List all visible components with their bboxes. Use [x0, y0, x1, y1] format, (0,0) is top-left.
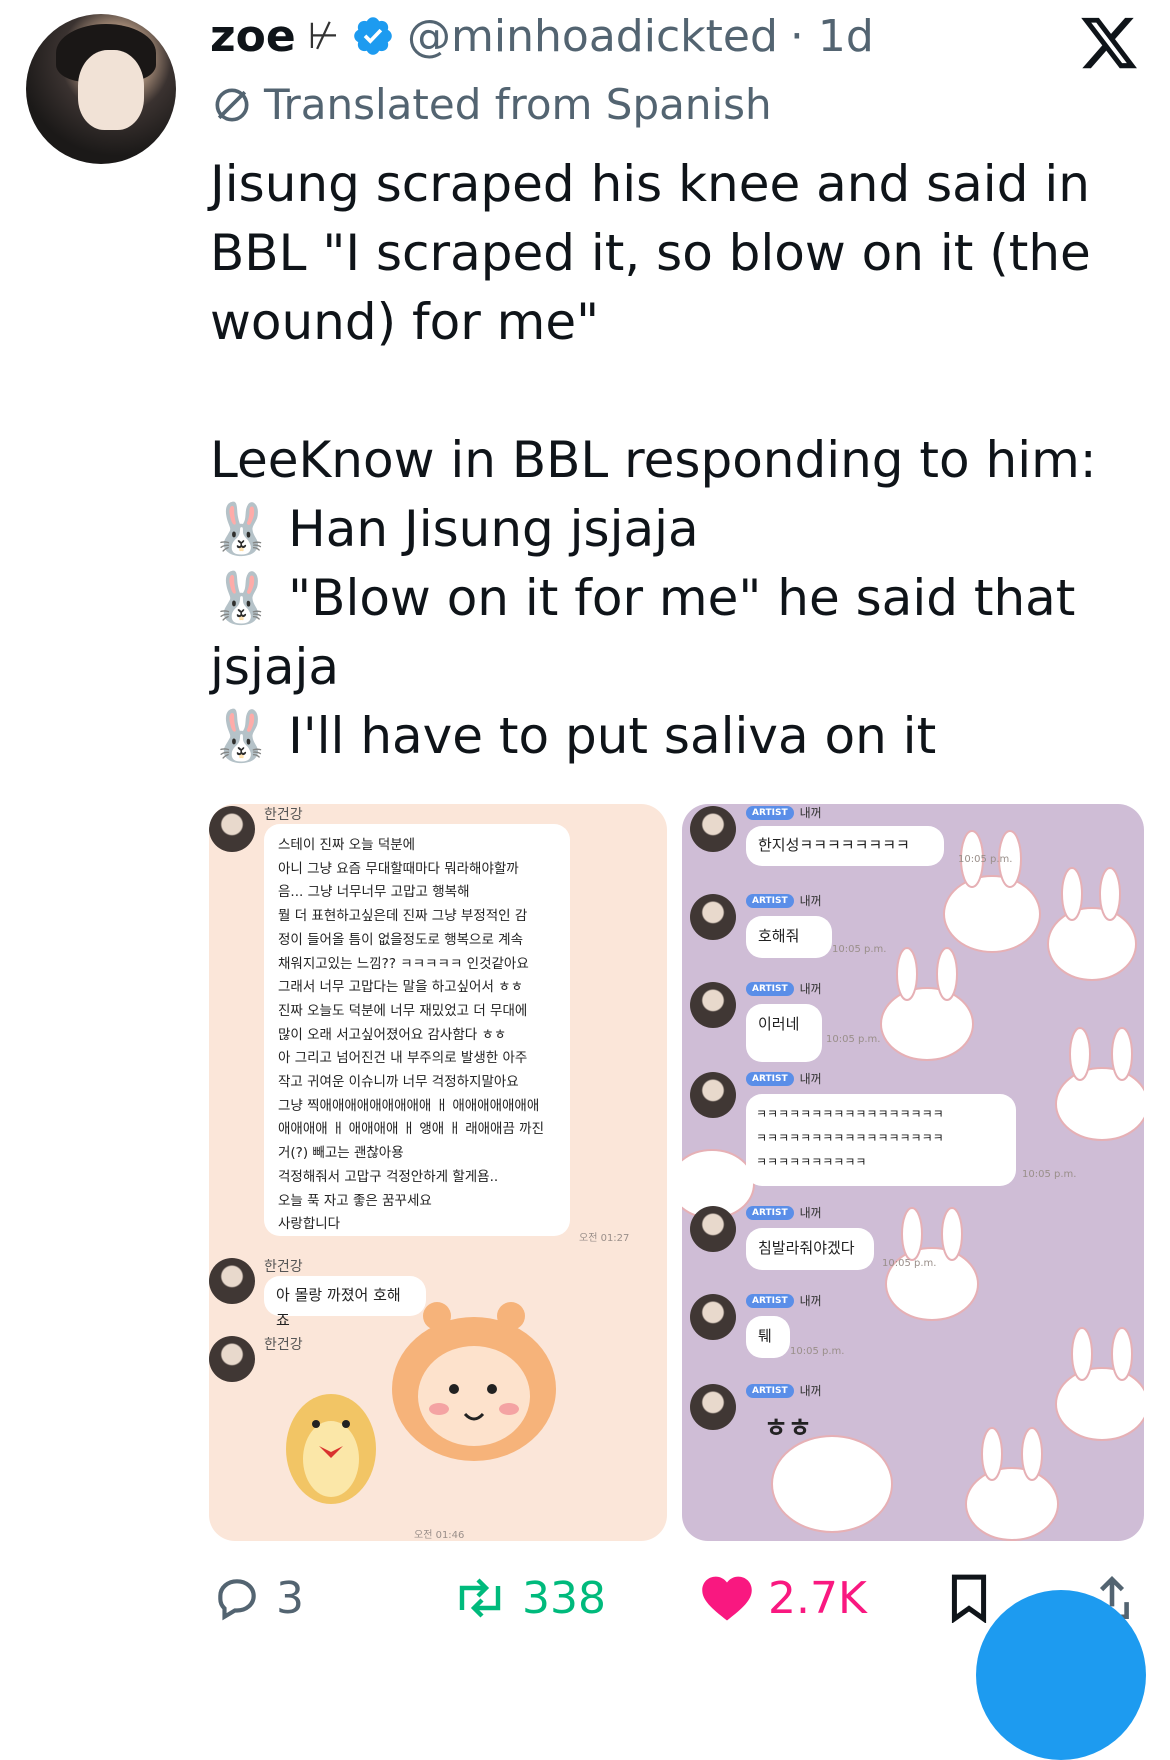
reply-button[interactable]: 3 [212, 1568, 304, 1628]
artist-message-sticker-text: ㅎㅎ [764, 1414, 812, 1444]
artist-label-row: ARTIST 내꺼 [746, 892, 822, 909]
compose-fab-button[interactable] [976, 1590, 1146, 1760]
artist-badge: ARTIST [746, 805, 794, 820]
artist-message: 한지성ㅋㅋㅋㅋㅋㅋㅋㅋ [746, 826, 944, 866]
artist-message: 침발라줘야겠다 [746, 1228, 874, 1270]
artist-label-row: ARTIST 내꺼 [746, 1292, 822, 1309]
tweet-header: zoe ⊬ @minhoadickted · 1d [210, 6, 1110, 66]
artist-avatar [690, 1072, 736, 1118]
like-button[interactable]: 2.7K [700, 1568, 867, 1628]
artist-label-row: ARTIST 내꺼 [746, 1204, 822, 1221]
repost-button[interactable]: 338 [452, 1568, 606, 1628]
chat-timestamp: 오전 01:46 [414, 1530, 465, 1541]
author-name[interactable]: zoe [210, 11, 296, 62]
chat-sender-name: 한건강 [264, 807, 303, 823]
translation-note[interactable]: Translated from Spanish [210, 80, 772, 129]
media-image-right[interactable]: ARTIST 내꺼 한지성ㅋㅋㅋㅋㅋㅋㅋㅋ 10:05 p.m. ARTIST … [682, 804, 1144, 1541]
artist-avatar [690, 806, 736, 852]
verified-badge-icon [354, 17, 392, 55]
x-logo-icon[interactable] [1078, 12, 1140, 74]
artist-badge: ARTIST [746, 1383, 794, 1398]
tweet-actions: 3 338 2.7K [0, 1568, 1170, 1628]
artist-label-row: ARTIST 내꺼 [746, 1070, 822, 1087]
artist-message-time: 10:05 p.m. [1022, 1169, 1077, 1180]
artist-avatar [690, 1384, 736, 1430]
reply-count: 3 [276, 1572, 304, 1624]
tweet-body: Jisung scraped his knee and said in BBL … [210, 155, 1097, 765]
artist-message: 호해줘 [746, 916, 832, 958]
chat-message-long: 스테이 진짜 오늘 덕분에 아니 그냥 요즘 무대할때마다 뭐라해야할까 음..… [264, 824, 570, 1236]
artist-badge: ARTIST [746, 1205, 794, 1220]
like-count: 2.7K [768, 1572, 867, 1624]
artist-avatar [690, 1294, 736, 1340]
author-avatar[interactable] [26, 14, 176, 164]
artist-name: 내꺼 [799, 982, 822, 996]
artist-message-time: 10:05 p.m. [790, 1346, 845, 1357]
bookmark-button[interactable] [946, 1568, 992, 1628]
artist-message: 퉤 [746, 1316, 790, 1358]
bookmark-icon [951, 1574, 987, 1623]
artist-avatar [690, 1206, 736, 1252]
chat-avatar [209, 1258, 255, 1304]
artist-name: 내꺼 [799, 806, 822, 820]
reply-icon [218, 1579, 256, 1621]
repost-count: 338 [522, 1572, 606, 1624]
chat-avatar [209, 806, 255, 852]
chat-sender-name: 한건강 [264, 1337, 303, 1353]
artist-message-time: 10:05 p.m. [832, 944, 887, 955]
translate-icon [215, 88, 249, 121]
artist-message-time: 10:05 p.m. [826, 1034, 881, 1045]
sticker-dog-costume-icon [392, 1302, 556, 1461]
artist-label-row: ARTIST 내꺼 [746, 804, 822, 821]
chat-sender-name: 한건강 [264, 1259, 303, 1275]
chat-timestamp: 오전 01:27 [579, 1233, 630, 1244]
artist-name: 내꺼 [799, 1072, 822, 1086]
translation-label: Translated from Spanish [264, 80, 772, 129]
artist-name: 내꺼 [799, 1206, 822, 1220]
artist-message-time: 10:05 p.m. [958, 854, 1013, 865]
artist-name: 내꺼 [799, 894, 822, 908]
name-flag-glyph: ⊬ [307, 15, 340, 57]
artist-name: 내꺼 [799, 1294, 822, 1308]
artist-label-row: ARTIST 내꺼 [746, 980, 822, 997]
repost-icon [459, 1578, 501, 1618]
artist-message: ㅋㅋㅋㅋㅋㅋㅋㅋㅋㅋㅋㅋㅋㅋㅋㅋㅋ ㅋㅋㅋㅋㅋㅋㅋㅋㅋㅋㅋㅋㅋㅋㅋㅋㅋ ㅋㅋㅋㅋ… [746, 1094, 1016, 1186]
artist-message: 이러네 [746, 1004, 822, 1062]
artist-badge: ARTIST [746, 981, 794, 996]
artist-avatar [690, 894, 736, 940]
artist-avatar [690, 982, 736, 1028]
media-image-left[interactable]: 한건강 스테이 진짜 오늘 덕분에 아니 그냥 요즘 무대할때마다 뭐라해야할까… [209, 804, 667, 1541]
sticker-hamster-icon [286, 1394, 376, 1504]
artist-badge: ARTIST [746, 1293, 794, 1308]
artist-badge: ARTIST [746, 893, 794, 908]
artist-name: 내꺼 [799, 1384, 822, 1398]
chat-avatar [209, 1336, 255, 1382]
artist-badge: ARTIST [746, 1071, 794, 1086]
avatar-face [78, 50, 144, 130]
artist-label-row: ARTIST 내꺼 [746, 1382, 822, 1399]
author-handle[interactable]: @minhoadickted [407, 11, 778, 62]
heart-icon [702, 1576, 752, 1621]
tweet-time[interactable]: · 1d [790, 11, 874, 62]
artist-message-time: 10:05 p.m. [882, 1258, 937, 1269]
